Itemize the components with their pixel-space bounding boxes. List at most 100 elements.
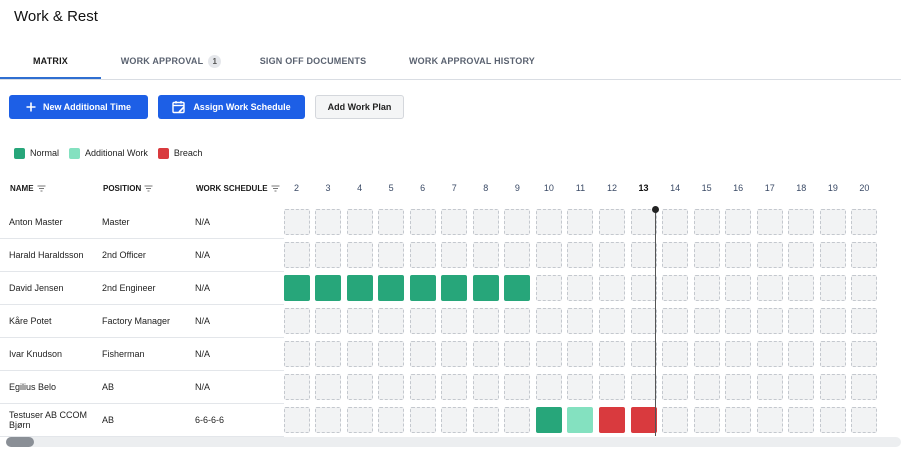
matrix-cell[interactable] (662, 275, 689, 301)
matrix-cell[interactable] (851, 308, 878, 334)
matrix-cell[interactable] (630, 308, 657, 334)
matrix-cell[interactable] (472, 341, 499, 367)
matrix-cell[interactable] (725, 407, 752, 433)
matrix-cell[interactable] (315, 242, 342, 268)
matrix-cell[interactable] (504, 341, 531, 367)
matrix-cell[interactable] (346, 341, 373, 367)
matrix-cell[interactable] (756, 242, 783, 268)
matrix-cell[interactable] (662, 374, 689, 400)
matrix-cell[interactable] (756, 407, 783, 433)
matrix-cell[interactable] (315, 209, 342, 235)
matrix-cell[interactable] (315, 407, 342, 433)
matrix-cell[interactable] (567, 407, 594, 433)
table-row[interactable]: David Jensen 2nd Engineer N/A (0, 272, 284, 305)
matrix-cell[interactable] (851, 275, 878, 301)
matrix-cell[interactable] (693, 242, 720, 268)
tab-work-approval[interactable]: WORK APPROVAL 1 (106, 44, 236, 78)
matrix-cell[interactable] (725, 275, 752, 301)
matrix-cell[interactable] (599, 374, 625, 400)
matrix-cell[interactable] (567, 209, 594, 235)
matrix-cell[interactable] (409, 407, 436, 433)
matrix-cell[interactable] (788, 374, 815, 400)
tab-sign-off-documents[interactable]: SIGN OFF DOCUMENTS (243, 44, 383, 78)
matrix-cell[interactable] (819, 242, 846, 268)
matrix-cell[interactable] (441, 209, 468, 235)
tab-matrix[interactable]: MATRIX (0, 44, 101, 79)
matrix-cell[interactable] (788, 242, 815, 268)
matrix-cell[interactable] (756, 275, 783, 301)
matrix-cell[interactable] (662, 308, 689, 334)
matrix-cell[interactable] (851, 341, 878, 367)
matrix-cell[interactable] (535, 308, 562, 334)
matrix-cell[interactable] (472, 407, 499, 433)
matrix-cell[interactable] (504, 242, 531, 268)
matrix-cell[interactable] (788, 275, 815, 301)
matrix-cell[interactable] (504, 407, 531, 433)
matrix-cell[interactable] (378, 275, 405, 301)
matrix-cell[interactable] (630, 275, 657, 301)
matrix-cell[interactable] (409, 374, 436, 400)
table-row[interactable]: Testuser AB CCOM Bjørn AB 6-6-6-6 (0, 404, 284, 437)
matrix-cell[interactable] (504, 374, 531, 400)
matrix-cell[interactable] (283, 341, 310, 367)
matrix-cell[interactable] (378, 308, 405, 334)
table-row[interactable]: Kåre Potet Factory Manager N/A (0, 305, 284, 338)
matrix-cell[interactable] (504, 308, 531, 334)
matrix-cell[interactable] (283, 275, 310, 301)
matrix-cell[interactable] (725, 209, 752, 235)
matrix-cell[interactable] (819, 374, 846, 400)
matrix-cell[interactable] (283, 308, 310, 334)
matrix-cell[interactable] (819, 407, 846, 433)
matrix-cell[interactable] (630, 407, 657, 433)
matrix-cell[interactable] (409, 341, 436, 367)
matrix-cell[interactable] (630, 242, 657, 268)
matrix-cell[interactable] (535, 341, 562, 367)
horizontal-scrollbar[interactable] (6, 437, 901, 447)
matrix-cell[interactable] (756, 341, 783, 367)
matrix-cell[interactable] (315, 275, 342, 301)
matrix-cell[interactable] (788, 209, 815, 235)
matrix-cell[interactable] (662, 341, 689, 367)
matrix-cell[interactable] (346, 407, 373, 433)
matrix-cell[interactable] (662, 209, 689, 235)
matrix-cell[interactable] (409, 242, 436, 268)
matrix-cell[interactable] (283, 209, 310, 235)
matrix-cell[interactable] (409, 308, 436, 334)
horizontal-scrollbar-thumb[interactable] (6, 437, 34, 447)
matrix-cell[interactable] (504, 209, 531, 235)
matrix-cell[interactable] (535, 374, 562, 400)
matrix-cell[interactable] (599, 341, 625, 367)
matrix-cell[interactable] (441, 341, 468, 367)
matrix-cell[interactable] (441, 308, 468, 334)
matrix-cell[interactable] (567, 374, 594, 400)
matrix-cell[interactable] (567, 275, 594, 301)
matrix-cell[interactable] (788, 407, 815, 433)
matrix-cell[interactable] (567, 341, 594, 367)
matrix-cell[interactable] (283, 407, 310, 433)
matrix-cell[interactable] (409, 275, 436, 301)
matrix-cell[interactable] (630, 209, 657, 235)
matrix-cell[interactable] (756, 209, 783, 235)
table-row[interactable]: Anton Master Master N/A (0, 206, 284, 239)
matrix-cell[interactable] (315, 374, 342, 400)
matrix-cell[interactable] (630, 341, 657, 367)
table-row[interactable]: Harald Haraldsson 2nd Officer N/A (0, 239, 284, 272)
column-header-position[interactable]: POSITION (103, 184, 153, 193)
matrix-cell[interactable] (599, 242, 625, 268)
matrix-cell[interactable] (535, 407, 562, 433)
matrix-cell[interactable] (535, 209, 562, 235)
matrix-cell[interactable] (693, 308, 720, 334)
filter-icon[interactable] (37, 185, 46, 192)
matrix-cell[interactable] (346, 275, 373, 301)
matrix-cell[interactable] (441, 407, 468, 433)
matrix-cell[interactable] (693, 209, 720, 235)
matrix-cell[interactable] (662, 407, 689, 433)
matrix-cell[interactable] (378, 242, 405, 268)
matrix-cell[interactable] (851, 374, 878, 400)
matrix-cell[interactable] (725, 308, 752, 334)
matrix-cell[interactable] (819, 308, 846, 334)
matrix-cell[interactable] (535, 242, 562, 268)
matrix-cell[interactable] (378, 407, 405, 433)
matrix-cell[interactable] (378, 341, 405, 367)
matrix-cell[interactable] (851, 242, 878, 268)
